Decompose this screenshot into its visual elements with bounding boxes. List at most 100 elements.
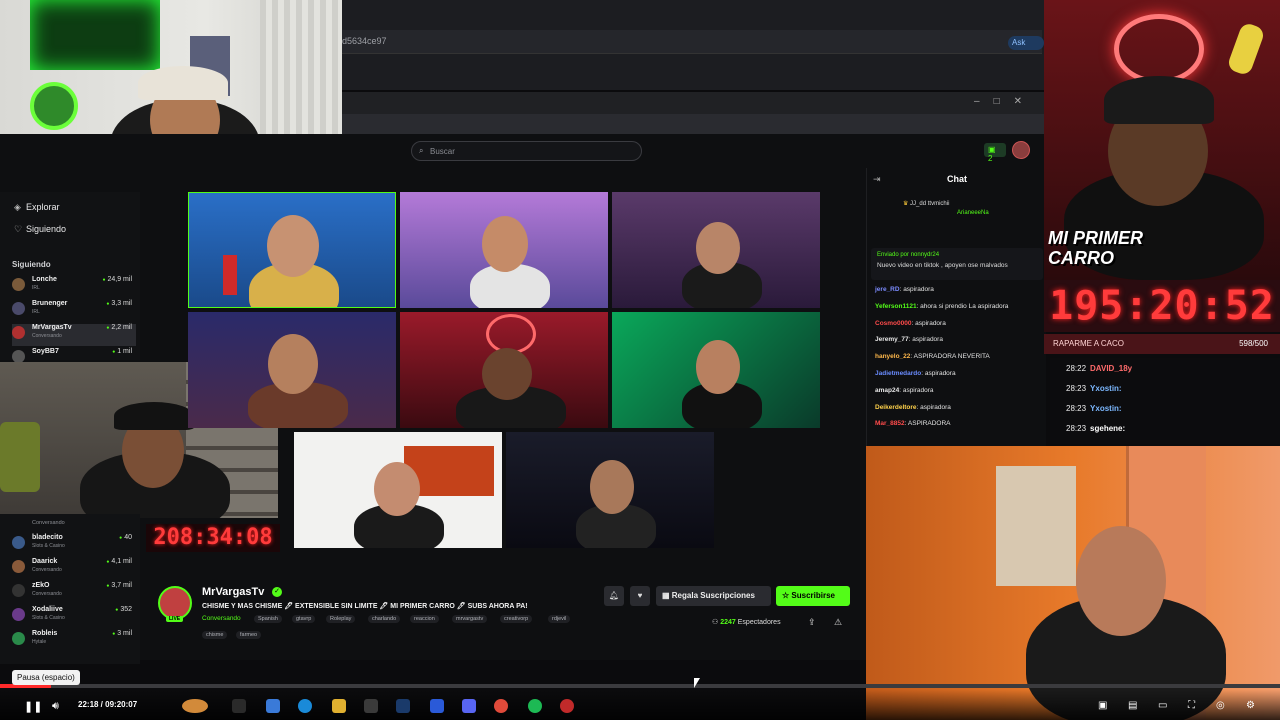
chat-username[interactable]: Deikerdeltore <box>875 404 917 411</box>
tag[interactable]: farmeo <box>236 631 262 639</box>
channel-name[interactable]: MrVargasTv <box>202 586 264 598</box>
chat-message[interactable]: jere_RD: aspiradora <box>875 286 934 293</box>
chat-toggle-icon[interactable]: ▤ <box>1128 700 1137 711</box>
avatar <box>12 608 25 621</box>
sidebar-item-bladecito[interactable]: bladecito Slots & Casino 40 <box>12 534 136 556</box>
sidebar-item-robleis[interactable]: Robleis Hytale 3 mil <box>12 630 136 652</box>
stream-category[interactable]: Conversando <box>202 615 241 622</box>
chat-message[interactable]: Jeremy_77: aspiradora <box>875 336 943 343</box>
viewer-count: 3,7 mil <box>106 582 132 589</box>
chat-message[interactable]: Mar_8852: ASPIRADORA <box>875 420 951 427</box>
settings-gear-icon[interactable]: ⚙ <box>1246 700 1255 711</box>
chat-username[interactable]: Mar_8852 <box>875 420 905 427</box>
pinned-message[interactable]: Enviado por nonnydr24 Nuevo video en tik… <box>871 248 1043 280</box>
stream-title: CHISME Y MAS CHISME 🖊 EXTENSIBLE SIN LIM… <box>202 603 528 610</box>
participant-head <box>590 460 634 514</box>
tag[interactable]: charlando <box>368 615 401 623</box>
avatar <box>12 560 25 573</box>
chat-message[interactable]: Deikerdeltore: aspiradora <box>875 404 951 411</box>
chat-username[interactable]: Jeremy_77 <box>875 336 909 343</box>
sidebar-section-title: Siguiendo <box>12 260 51 269</box>
pause-icon[interactable]: ❚❚ <box>24 700 42 713</box>
notification-bell-button[interactable]: 🔔︎ <box>604 586 624 606</box>
taskbar-app-icon[interactable] <box>364 699 378 713</box>
window-controls[interactable]: –□✕ <box>974 96 1036 107</box>
chat-user: Yxostin: <box>1090 404 1122 413</box>
baseball-cap <box>1104 76 1214 124</box>
taskbar-app-icon[interactable] <box>560 699 574 713</box>
video-tile-2 <box>400 192 608 308</box>
chat-username[interactable]: Jadietmedardo <box>875 370 921 377</box>
nav-explorar[interactable]: ◈ Explorar <box>14 202 60 213</box>
channel-name: Lonche <box>32 276 57 283</box>
sidebar-item-zeko[interactable]: zEkO Conversando 3,7 mil <box>12 582 136 604</box>
chat-message[interactable]: Cosmo0000: aspiradora <box>875 320 946 327</box>
participant-head <box>267 215 319 277</box>
tag[interactable]: chisme <box>202 631 228 639</box>
avatar <box>12 632 25 645</box>
search-input[interactable]: ⌕ Buscar <box>411 141 642 161</box>
chat-time: 28:22 <box>1066 364 1087 373</box>
url-text: d5634ce97 <box>342 36 387 46</box>
progress-bar[interactable] <box>0 684 1280 688</box>
sidebar-item-lonche[interactable]: Lonche IRL 24,9 mil <box>12 276 136 298</box>
taskbar-app-icon[interactable] <box>182 699 208 713</box>
chat-message[interactable]: Jadietmedardo: aspiradora <box>875 370 956 377</box>
report-icon[interactable]: ⚠ <box>834 617 842 628</box>
screen: d5634ce97 Ask –□✕ ⌕ Buscar ▣ 2 ◈ Explorar… <box>0 0 1280 720</box>
taskbar-app-icon[interactable] <box>430 699 444 713</box>
tag[interactable]: Spanish <box>254 615 282 623</box>
chat-message[interactable]: hanyelo_22: ASPIRADORA NEVERITA <box>875 353 990 360</box>
address-bar[interactable]: d5634ce97 <box>342 30 1042 54</box>
tag[interactable]: creativorp <box>500 615 533 623</box>
volume-icon[interactable]: 🔊︎ <box>52 700 59 713</box>
nav-siguiendo[interactable]: ♡ Siguiendo <box>14 224 66 235</box>
sidebar: ◈ Explorar ♡ Siguiendo Siguiendo Lonche IR… <box>0 192 140 363</box>
theater-mode-icon[interactable]: ▭ <box>1158 700 1167 711</box>
heart-icon: ♥ <box>637 591 643 600</box>
taskbar-app-icon[interactable] <box>232 699 246 713</box>
chat-username[interactable]: Cosmo0000 <box>875 320 912 327</box>
taskbar-app-icon[interactable] <box>266 699 280 713</box>
fullscreen-icon[interactable]: ⛶ <box>1188 700 1195 711</box>
search-placeholder: Buscar <box>430 147 455 156</box>
nav-label: Explorar <box>26 202 60 212</box>
heart-icon: ♡ <box>14 224 23 234</box>
discord-icon[interactable] <box>462 699 476 713</box>
tag[interactable]: reaccion <box>410 615 439 623</box>
chrome-icon[interactable] <box>494 699 508 713</box>
spotify-icon[interactable] <box>528 699 542 713</box>
chat-username[interactable]: hanyelo_22 <box>875 353 910 360</box>
follow-button[interactable]: ♥ <box>630 586 650 606</box>
channel-avatar[interactable] <box>158 586 192 620</box>
chat-message[interactable]: amap24: aspiradora <box>875 387 934 394</box>
gift-subs-button[interactable]: ▦ Regala Suscripciones <box>656 586 771 606</box>
sidebar-item-xodaliive[interactable]: Xodaliive Slots & Casino 352 <box>12 606 136 628</box>
chat-text: : aspiradora <box>899 286 934 293</box>
gift-user: JJ_dd <box>910 201 927 207</box>
video-tile-6 <box>612 312 820 428</box>
viewer-count: ⚇ 2247 Espectadores <box>712 618 781 626</box>
chat-username[interactable]: jere_RD <box>875 286 900 293</box>
tag[interactable]: mrvargastv <box>452 615 488 623</box>
user-avatar[interactable] <box>1012 141 1030 159</box>
tag[interactable]: rdjevil <box>548 615 571 623</box>
subscribe-button[interactable]: ☆ Suscribirse <box>776 586 850 606</box>
sidebar-item-daarick[interactable]: Daarick Conversando 4,1 mil <box>12 558 136 580</box>
tag[interactable]: Roleplay <box>326 615 356 623</box>
goal-label: RAPARME A CACO <box>1053 339 1124 348</box>
steam-icon[interactable] <box>396 699 410 713</box>
chat-username[interactable]: amap24 <box>875 387 899 394</box>
ask-button[interactable]: Ask <box>1008 36 1044 50</box>
folder-icon[interactable] <box>332 699 346 713</box>
chat-message[interactable]: Yeferson1121: ahora si prendio La aspira… <box>875 303 1008 310</box>
notification-badge[interactable]: ▣ 2 <box>984 143 1006 163</box>
clip-icon[interactable]: ▣ <box>1098 700 1107 711</box>
share-icon[interactable]: ⇪ <box>808 617 816 628</box>
sidebar-item-mrvargastv[interactable]: MrVargasTv Conversando 2,2 mil <box>12 324 136 346</box>
edge-icon[interactable] <box>298 699 312 713</box>
sidebar-item-brunenger[interactable]: Brunenger IRL 3,3 mil <box>12 300 136 322</box>
pip-icon[interactable]: ◎ <box>1216 700 1225 711</box>
tag[interactable]: gtavrp <box>292 615 316 623</box>
chat-username[interactable]: Yeferson1121 <box>875 303 917 310</box>
